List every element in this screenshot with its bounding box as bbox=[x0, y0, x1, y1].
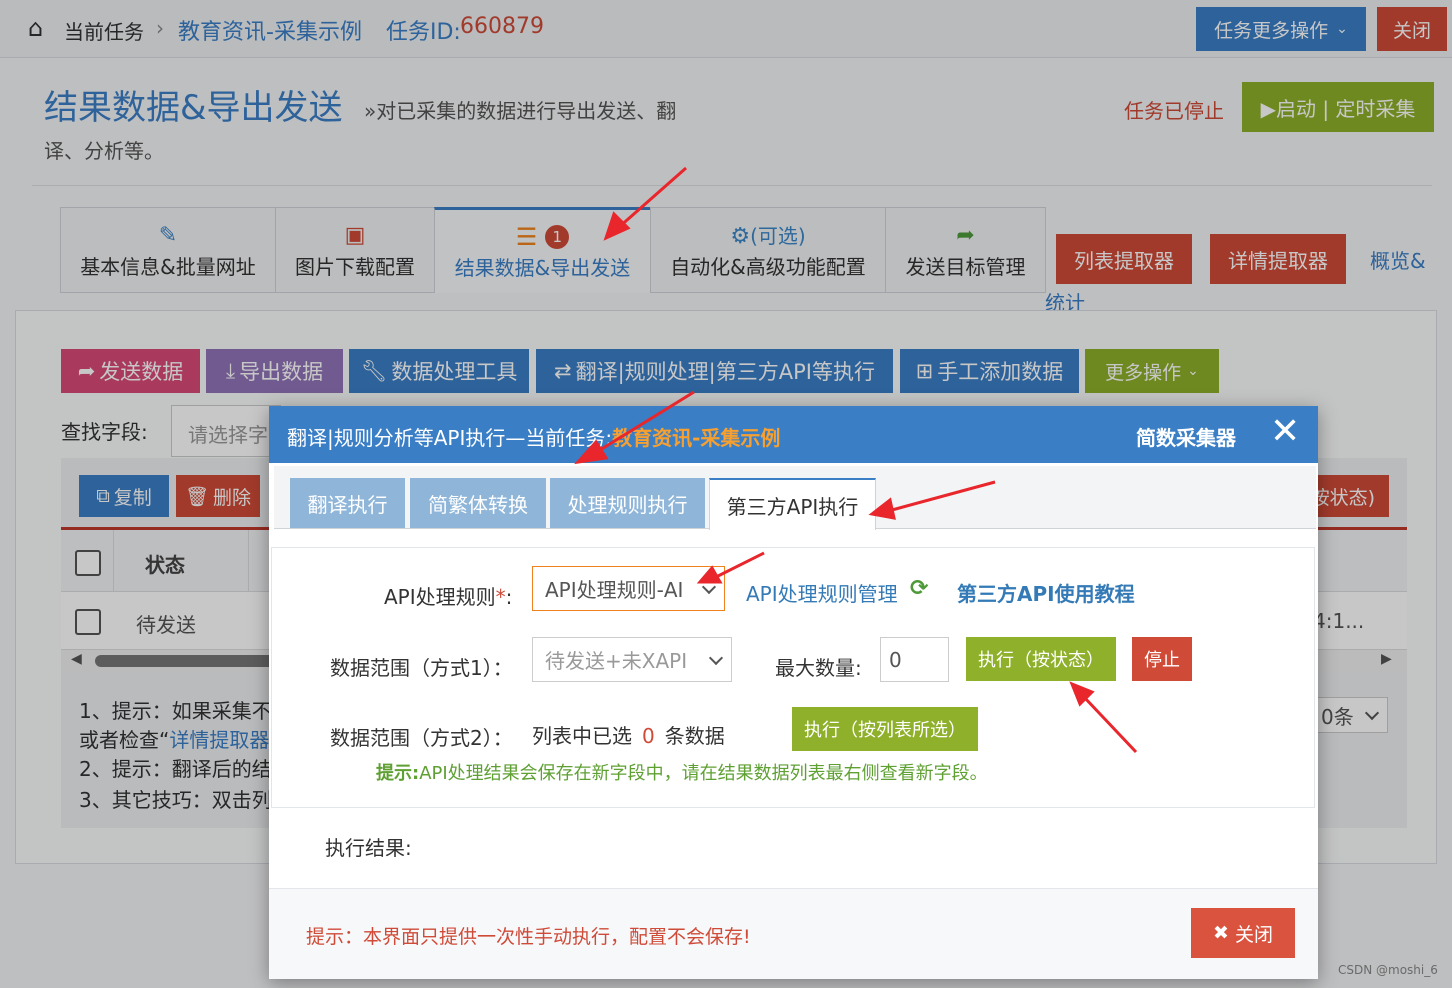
arrow-to-api-select bbox=[717, 551, 765, 578]
arrow-to-api-tab bbox=[891, 480, 996, 512]
arrow-to-execute-button bbox=[1082, 695, 1138, 754]
arrow-to-translate-button bbox=[599, 390, 695, 452]
arrow-to-result-tab bbox=[617, 166, 687, 230]
annotation-arrows bbox=[574, 166, 1138, 754]
